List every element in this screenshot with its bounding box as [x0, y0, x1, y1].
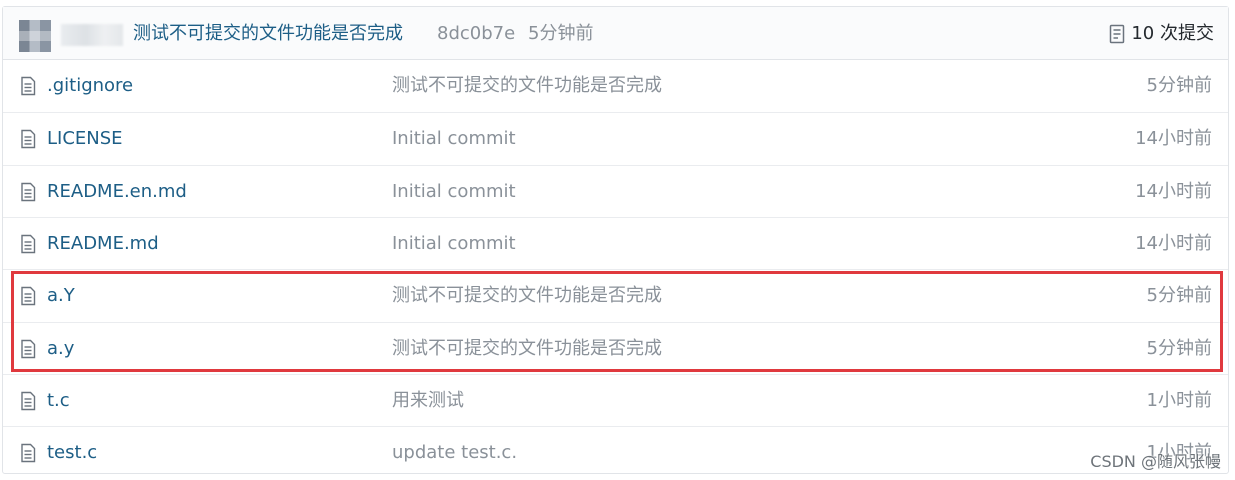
file-row[interactable]: t.c 用来测试 1小时前	[3, 373, 1228, 427]
file-commit-age: 14小时前	[1135, 128, 1212, 150]
file-commit-age: 5分钟前	[1146, 75, 1212, 96]
file-name-link[interactable]: test.c	[47, 440, 97, 466]
file-row[interactable]: README.en.md Initial commit 14小时前	[3, 164, 1228, 218]
file-text-icon	[20, 182, 36, 202]
file-commit-message-link[interactable]: 测试不可提交的文件功能是否完成	[392, 336, 662, 362]
last-commit-time: 5分钟前	[528, 23, 594, 44]
history-icon	[1109, 24, 1125, 44]
file-text-icon	[20, 443, 36, 463]
commit-count-label: 10 次提交	[1131, 23, 1214, 44]
file-commit-message-link[interactable]: update test.c.	[392, 440, 517, 466]
file-name-link[interactable]: t.c	[47, 388, 70, 414]
file-row[interactable]: .gitignore 测试不可提交的文件功能是否完成 5分钟前	[3, 60, 1228, 112]
file-commit-age: 14小时前	[1135, 180, 1212, 202]
file-row[interactable]: a.Y 测试不可提交的文件功能是否完成 5分钟前	[3, 269, 1228, 322]
avatar[interactable]	[19, 20, 51, 52]
file-text-icon	[20, 339, 36, 359]
file-commit-message-link[interactable]: 用来测试	[392, 388, 464, 414]
file-name-link[interactable]: README.en.md	[47, 179, 187, 205]
last-commit-message[interactable]: 测试不可提交的文件功能是否完成	[133, 21, 403, 47]
file-row[interactable]: a.y 测试不可提交的文件功能是否完成 5分钟前	[3, 321, 1228, 375]
last-commit-header: 测试不可提交的文件功能是否完成 8dc0b7e 5分钟前 10 次提交	[3, 7, 1228, 60]
file-commit-message-link[interactable]: Initial commit	[392, 126, 516, 152]
last-commit-sha[interactable]: 8dc0b7e	[437, 21, 515, 47]
file-name-link[interactable]: a.Y	[47, 283, 75, 309]
watermark: CSDN @随风张幔	[1090, 452, 1221, 471]
file-commit-age: 1小时前	[1146, 389, 1212, 411]
file-text-icon	[20, 391, 36, 411]
file-text-icon	[20, 129, 36, 149]
file-commit-message-link[interactable]: 测试不可提交的文件功能是否完成	[392, 73, 662, 99]
file-commit-age: 14小时前	[1135, 232, 1212, 254]
file-text-icon	[20, 76, 36, 96]
username-blurred[interactable]	[61, 24, 123, 46]
file-name-link[interactable]: .gitignore	[47, 73, 133, 99]
file-row[interactable]: test.c update test.c. 1小时前	[3, 426, 1228, 479]
file-list-panel: 测试不可提交的文件功能是否完成 8dc0b7e 5分钟前 10 次提交 .git…	[2, 6, 1229, 474]
commit-count-link[interactable]: 10 次提交	[1109, 21, 1214, 47]
file-name-link[interactable]: README.md	[47, 231, 159, 257]
file-row[interactable]: README.md Initial commit 14小时前	[3, 216, 1228, 270]
file-name-link[interactable]: LICENSE	[47, 126, 123, 152]
file-commit-message-link[interactable]: 测试不可提交的文件功能是否完成	[392, 283, 662, 309]
file-commit-message-link[interactable]: Initial commit	[392, 179, 516, 205]
file-name-link[interactable]: a.y	[47, 336, 74, 362]
file-text-icon	[20, 234, 36, 254]
file-text-icon	[20, 286, 36, 306]
file-row[interactable]: LICENSE Initial commit 14小时前	[3, 112, 1228, 165]
file-commit-age: 5分钟前	[1146, 337, 1212, 359]
file-commit-message-link[interactable]: Initial commit	[392, 231, 516, 257]
file-commit-age: 5分钟前	[1146, 285, 1212, 307]
